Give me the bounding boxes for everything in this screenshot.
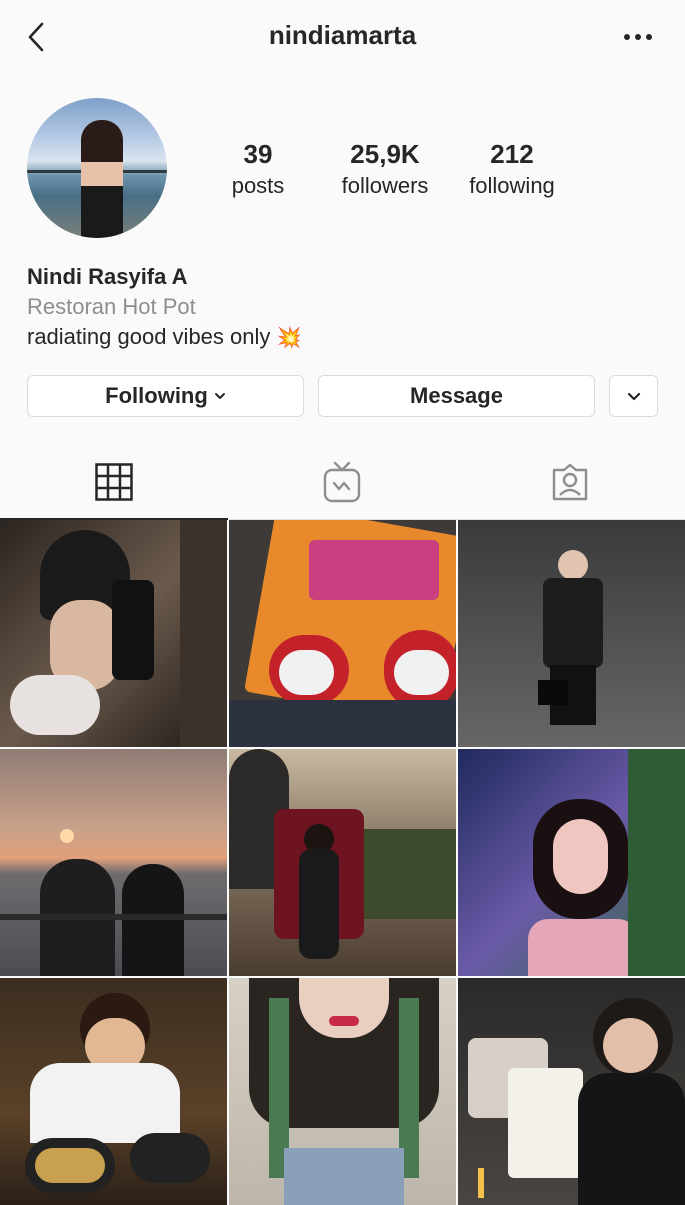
post-thumbnail[interactable] — [458, 978, 685, 1205]
profile-username: nindiamarta — [268, 20, 417, 50]
post-thumbnail[interactable] — [0, 978, 227, 1205]
posts-stat[interactable]: 39 posts — [193, 140, 323, 202]
post-thumbnail[interactable] — [229, 749, 456, 976]
tab-posts-grid[interactable] — [0, 445, 228, 520]
post-thumbnail[interactable] — [229, 978, 456, 1205]
profile-tabs — [0, 445, 685, 520]
post-thumbnail[interactable] — [0, 520, 227, 747]
following-stat[interactable]: 212 following — [447, 140, 577, 202]
tab-tagged[interactable] — [456, 445, 684, 519]
chevron-down-icon — [627, 392, 640, 401]
following-button[interactable]: Following — [27, 375, 304, 417]
following-count: 212 — [490, 139, 534, 169]
igtv-icon — [323, 461, 361, 503]
followers-label: followers — [341, 173, 429, 198]
more-options-icon[interactable] — [621, 22, 655, 52]
tagged-user-icon — [552, 463, 588, 501]
top-bar: nindiamarta — [0, 0, 685, 76]
collision-emoji: 💥 — [276, 327, 302, 349]
suggested-accounts-button[interactable] — [609, 375, 658, 417]
post-thumbnail[interactable] — [458, 520, 685, 747]
grid-icon — [95, 463, 133, 501]
profile-category[interactable]: Restoran Hot Pot — [27, 294, 196, 320]
followers-count: 25,9K — [350, 139, 420, 169]
avatar-person — [81, 120, 123, 238]
post-thumbnail[interactable] — [229, 520, 456, 747]
full-name: Nindi Rasyifa A — [27, 264, 188, 289]
following-label: following — [469, 173, 555, 198]
post-thumbnail[interactable] — [0, 749, 227, 976]
posts-label: posts — [231, 173, 285, 198]
bio-text-content: radiating good vibes only — [27, 324, 271, 349]
message-button[interactable]: Message — [318, 375, 595, 417]
bio-text: radiating good vibes only 💥 — [27, 324, 301, 350]
message-button-label: Message — [410, 383, 503, 408]
posts-count: 39 — [243, 139, 273, 169]
followers-stat[interactable]: 25,9K followers — [320, 140, 450, 202]
tab-igtv[interactable] — [228, 445, 456, 519]
chevron-down-icon — [214, 393, 225, 399]
profile-avatar[interactable] — [27, 98, 167, 238]
following-button-label: Following — [105, 383, 208, 408]
post-thumbnail[interactable] — [458, 749, 685, 976]
